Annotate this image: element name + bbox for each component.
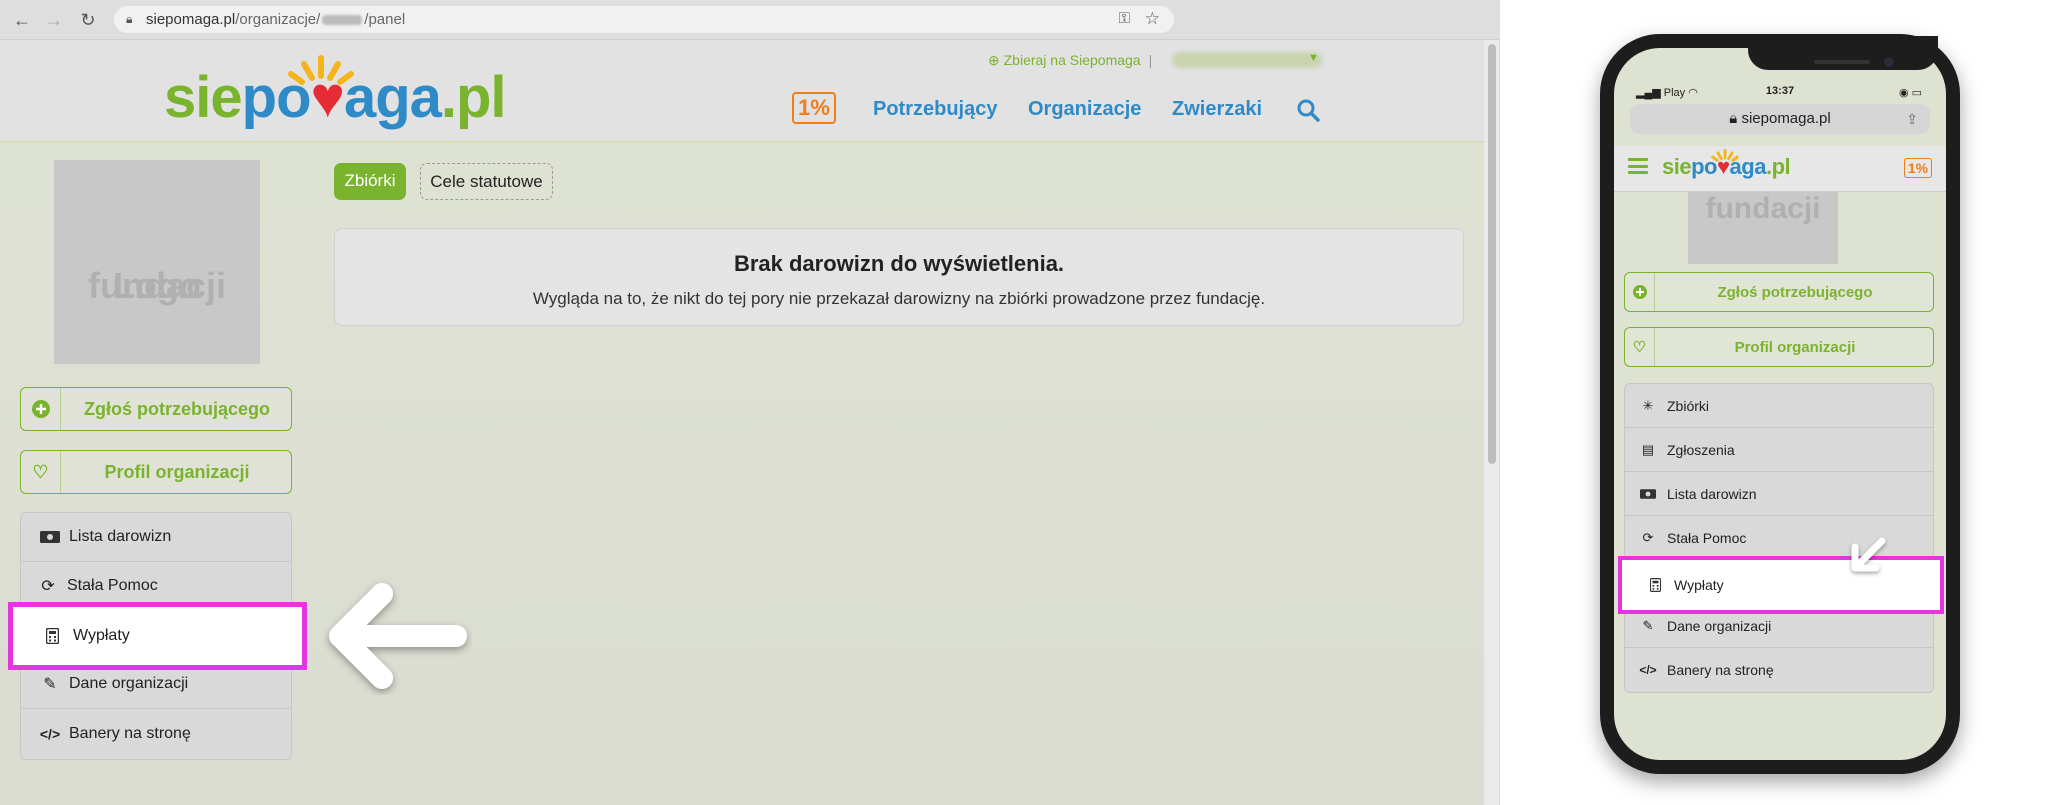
pointer-arrow-icon — [1851, 537, 1886, 572]
phone-screen: ▂▄▆ Play ◠ 13:37 ◉ ▭ 🔒︎ siepomaga.pl ⇪ fu… — [1614, 48, 1946, 760]
url-path-suffix: /panel — [364, 11, 406, 28]
tab-fundraisers[interactable]: Zbiórki — [334, 163, 406, 200]
scrollbar-thumb[interactable] — [1488, 44, 1496, 464]
browser-toolbar: ← → ↻ 🔒︎ siepomaga.pl/organizacje/ /panel… — [0, 0, 1499, 40]
sidebar-item-banners[interactable]: </> Banery na stronę — [1625, 648, 1933, 692]
site-header: siepo♥aga.pl ⊕ Zbieraj na Siepomaga | ▼ 1… — [0, 40, 1484, 143]
edit-icon: ✎ — [43, 676, 57, 693]
empty-state-title: Brak darowizn do wyświetlenia. — [733, 251, 1065, 276]
bookmark-star-icon[interactable]: ☆ — [1145, 9, 1160, 29]
one-percent-link[interactable]: 1% — [1904, 158, 1932, 178]
hamburger-menu-icon[interactable] — [1628, 158, 1648, 174]
share-icon[interactable]: ⇪ — [1906, 104, 1918, 134]
lock-icon: 🔒︎ — [126, 12, 133, 26]
status-bar: ▂▄▆ Play ◠ 13:37 ◉ ▭ — [1614, 84, 1946, 102]
chevron-down-icon[interactable]: ▼ — [1308, 52, 1319, 64]
lock-icon: 🔒︎ — [1729, 110, 1742, 127]
id-card-icon: ▤ — [1641, 441, 1655, 457]
recurring-help-icon: ⟳ — [41, 578, 55, 595]
nav-zwierzaki[interactable]: Zwierzaki — [1172, 98, 1262, 121]
address-bar[interactable]: 🔒︎ siepomaga.pl/organizacje/ /panel ⚿ ☆ — [114, 6, 1174, 33]
tab-statutory-goals[interactable]: Cele statutowe — [420, 163, 553, 200]
forward-icon[interactable]: → — [42, 8, 66, 32]
battery-icon: ◉ ▭ — [1898, 87, 1922, 99]
collect-link[interactable]: ⊕ Zbieraj na Siepomaga | — [988, 52, 1160, 69]
report-needy-button[interactable]: Zgłoś potrzebującego — [1624, 272, 1934, 312]
key-icon[interactable]: ⚿ — [1119, 10, 1130, 27]
organization-profile-button[interactable]: ♡ Profil organizacji — [20, 450, 292, 494]
sidebar-item-payouts[interactable]: Wypłaty — [8, 602, 307, 670]
back-icon[interactable]: ← — [10, 8, 34, 32]
empty-state-card: Brak darowizn do wyświetlenia. Wygląda n… — [334, 228, 1464, 326]
sidebar-item-donations-list[interactable]: Lista darowizn — [21, 513, 291, 562]
reload-icon[interactable]: ↻ — [76, 8, 100, 32]
url-path-prefix: /organizacje/ — [235, 11, 321, 28]
heart-icon: ♡ — [21, 451, 61, 493]
plus-circle-icon — [1625, 273, 1655, 311]
money-icon — [1637, 488, 1659, 499]
nav-organizacje[interactable]: Organizacje — [1028, 98, 1141, 121]
mobile-site-header: siepo♥aga.pl 1% — [1614, 146, 1946, 192]
nav-potrzebujacy[interactable]: Potrzebujący — [873, 98, 997, 121]
edit-icon: ✎ — [1642, 617, 1654, 633]
money-icon — [39, 531, 61, 543]
sidebar-item-fundraisers[interactable]: ✳ Zbiórki — [1625, 384, 1933, 428]
sidebar-item-payouts[interactable]: Wypłaty — [1618, 556, 1944, 614]
screenshot-composite: ← → ↻ 🔒︎ siepomaga.pl/organizacje/ /panel… — [0, 0, 2058, 805]
site-logo[interactable]: siepo♥aga.pl — [164, 64, 507, 131]
code-icon: </> — [1639, 663, 1657, 677]
desktop-browser-window: ← → ↻ 🔒︎ siepomaga.pl/organizacje/ /panel… — [0, 0, 1500, 805]
phone-notch — [1748, 36, 1938, 70]
empty-state-text: Wygląda na to, że nikt do tej pory nie p… — [532, 289, 1266, 308]
code-icon: </> — [39, 726, 61, 742]
page-scrollbar[interactable] — [1484, 40, 1499, 805]
plus-circle-icon: ⊕ — [988, 52, 1004, 68]
site-logo[interactable]: siepo♥aga.pl — [1662, 154, 1791, 180]
search-icon[interactable] — [1296, 98, 1320, 122]
heart-icon: ♡ — [1625, 328, 1655, 366]
calculator-icon — [41, 628, 63, 644]
url-domain: siepomaga.pl — [146, 11, 236, 28]
report-needy-button[interactable]: Zgłoś potrzebującego — [20, 387, 292, 431]
pointer-arrow-icon — [329, 583, 467, 689]
sidebar-item-submissions[interactable]: ▤ Zgłoszenia — [1625, 428, 1933, 472]
blurred-url-segment — [322, 15, 363, 26]
plus-circle-icon — [21, 388, 61, 430]
mobile-address-bar[interactable]: 🔒︎ siepomaga.pl ⇪ — [1630, 104, 1930, 134]
fundraiser-icon: ✳ — [1642, 397, 1654, 413]
status-time: 13:37 — [1765, 85, 1795, 97]
recurring-help-icon: ⟳ — [1642, 529, 1654, 545]
phone-mockup: ▂▄▆ Play ◠ 13:37 ◉ ▭ 🔒︎ siepomaga.pl ⇪ fu… — [1600, 34, 1960, 774]
sidebar-item-banners[interactable]: </> Banery na stronę — [21, 709, 291, 759]
calculator-icon — [1644, 578, 1666, 592]
organization-logo-placeholder: fundacji — [1688, 192, 1838, 264]
organization-profile-button[interactable]: ♡ Profil organizacji — [1624, 327, 1934, 367]
page-viewport: siepo♥aga.pl ⊕ Zbieraj na Siepomaga | ▼ 1… — [0, 40, 1484, 805]
blurred-user-name[interactable] — [1172, 52, 1322, 68]
one-percent-link[interactable]: 1% — [792, 92, 836, 124]
organization-logo-placeholder: Logo fundacji — [54, 160, 260, 364]
sidebar-item-donations-list[interactable]: Lista darowizn — [1625, 472, 1933, 516]
